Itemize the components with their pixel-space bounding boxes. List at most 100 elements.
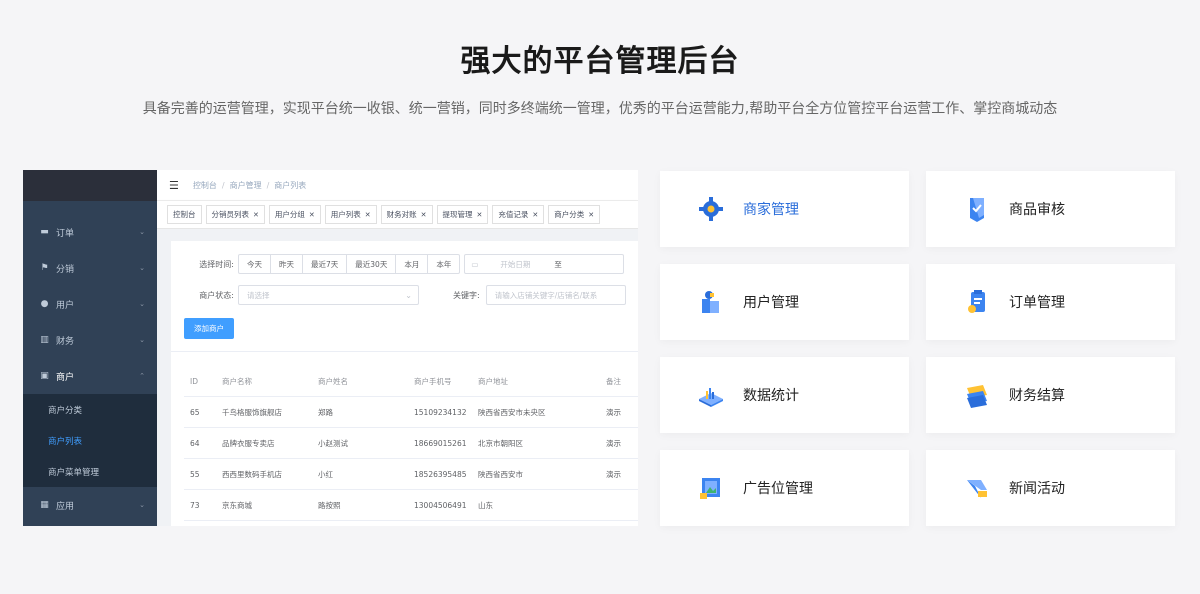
time-option-30days[interactable]: 最近30天 (347, 255, 397, 273)
feature-label: 财务结算 (1009, 388, 1065, 404)
column-header: 商户名称 (222, 377, 252, 386)
clipboard-icon (962, 287, 992, 317)
time-option-year[interactable]: 本年 (428, 255, 459, 273)
date-range-picker[interactable]: ▭ 开始日期 至 (464, 254, 625, 274)
table-cell: 小红 (318, 469, 333, 479)
table-cell: 15109234132 (414, 407, 467, 417)
close-icon[interactable]: ✕ (477, 211, 483, 219)
megaphone-icon (962, 473, 992, 503)
tag-recharge[interactable]: 充值记录 ✕ (492, 205, 545, 224)
chevron-down-icon: ⌄ (139, 336, 145, 344)
time-option-today[interactable]: 今天 (239, 255, 271, 273)
sidebar-item-users[interactable]: ● 用户 ⌄ (23, 286, 157, 322)
feature-card-ad-management[interactable]: 广告位管理 (660, 450, 909, 526)
table-cell: 西西里数码手机店 (222, 469, 282, 479)
chevron-up-icon: ⌃ (139, 372, 145, 380)
sidebar-item-label: 用户 (56, 300, 75, 311)
time-option-yesterday[interactable]: 昨天 (271, 255, 303, 273)
sidebar: ▬ 订单 ⌄ ⚑ 分销 ⌄ ● 用户 ⌄ ▥ 财务 ⌄ ▣ 商户 ⌃ 商户分类 … (23, 170, 157, 526)
calendar-icon: ▭ (471, 259, 479, 269)
close-icon[interactable]: ✕ (588, 211, 594, 219)
feature-card-data-statistics[interactable]: 数据统计 (660, 357, 909, 433)
sidebar-item-apps[interactable]: ▦ 应用 ⌄ (23, 487, 157, 523)
tag-console[interactable]: 控制台 (167, 205, 202, 224)
tag-distributor-list[interactable]: 分销员列表 ✕ (205, 205, 265, 224)
tag-finance-reconcile[interactable]: 财务对账 ✕ (380, 205, 433, 224)
table-cell: 演示 (606, 469, 621, 479)
breadcrumb-item: 商户列表 (274, 180, 307, 190)
feature-label: 新闻活动 (1009, 481, 1065, 497)
status-filter-label: 商户状态: (199, 290, 234, 300)
add-merchant-button[interactable]: 添加商户 (184, 318, 234, 339)
billboard-icon (696, 473, 726, 503)
feature-card-product-review[interactable]: 商品审核 (926, 171, 1175, 247)
table-header: ID 商户名称 商户姓名 商户手机号 商户地址 备注 (184, 367, 638, 397)
status-filter-row: 商户状态: 请选择 ⌄ 关键字: 请输入店铺关键字/店铺名/联系 (171, 285, 626, 305)
date-range-separator: 至 (554, 259, 562, 269)
tag-merchant-category[interactable]: 商户分类 ✕ (548, 205, 601, 224)
keyword-input[interactable]: 请输入店铺关键字/店铺名/联系 (485, 285, 626, 305)
breadcrumb: 控制台 / 商户管理 / 商户列表 (192, 180, 307, 190)
chart-platform-icon (696, 380, 726, 410)
table-row[interactable]: 64 品牌衣服专卖店 小赵测试 18669015261 北京市朝阳区 演示 (184, 428, 638, 459)
gear-icon (696, 194, 726, 224)
table-row[interactable]: 65 千鸟格服饰旗舰店 郑路 15109234132 陕西省西安市未央区 演示 (184, 397, 638, 428)
time-filter-label: 选择时间: (199, 259, 234, 269)
feature-card-merchant-management[interactable]: 商家管理 (660, 171, 909, 247)
sidebar-item-distribution[interactable]: ⚑ 分销 ⌄ (23, 250, 157, 286)
page-subtitle: 具备完善的运营管理，实现平台统一收银、统一营销，同时多终端统一管理，优秀的平台运… (142, 101, 1058, 117)
time-option-month[interactable]: 本月 (396, 255, 429, 273)
menu-toggle-icon[interactable]: ☰ (169, 179, 179, 192)
time-filter-row: 选择时间: 今天 昨天 最近7天 最近30天 本月 本年 ▭ 开始日期 至 (171, 254, 625, 274)
user-blocks-icon (696, 287, 726, 317)
feature-card-finance-settlement[interactable]: 财务结算 (926, 357, 1175, 433)
close-icon[interactable]: ✕ (365, 211, 371, 219)
tags-view: 控制台 分销员列表 ✕ 用户分组 ✕ 用户列表 ✕ 财务对账 ✕ 提现管理 ✕ 充值记录 ✕… (157, 201, 638, 229)
table-cell: 千鸟格服饰旗舰店 (222, 407, 282, 417)
close-icon[interactable]: ✕ (309, 211, 315, 219)
date-start-placeholder: 开始日期 (500, 259, 531, 269)
breadcrumb-item[interactable]: 商户管理 (230, 181, 262, 190)
status-placeholder: 请选择 (247, 290, 270, 300)
sidebar-item-label: 分销 (56, 264, 75, 275)
table-cell: 73 (190, 500, 200, 510)
table-cell: 北京市朝阳区 (478, 438, 523, 448)
sidebar-subitem-merchant-menu[interactable]: 商户菜单管理 (23, 456, 157, 487)
sidebar-subitem-merchant-category[interactable]: 商户分类 (23, 394, 157, 425)
close-icon[interactable]: ✕ (532, 211, 538, 219)
feature-card-user-management[interactable]: 用户管理 (660, 264, 909, 340)
close-icon[interactable]: ✕ (421, 211, 427, 219)
status-select[interactable]: 请选择 ⌄ (238, 285, 419, 305)
table-cell: 品牌衣服专卖店 (222, 438, 275, 448)
time-option-7days[interactable]: 最近7天 (303, 255, 348, 273)
table-cell: 65 (190, 407, 200, 417)
feature-card-news-activities[interactable]: 新闻活动 (926, 450, 1175, 526)
breadcrumb-item[interactable]: 控制台 (193, 181, 217, 190)
sidebar-logo-area (23, 170, 157, 201)
table-cell: 18669015261 (414, 438, 467, 448)
merchant-submenu: 商户分类 商户列表 商户菜单管理 (23, 394, 157, 487)
feature-card-order-management[interactable]: 订单管理 (926, 264, 1175, 340)
close-icon[interactable]: ✕ (253, 211, 259, 219)
grid-icon: ▦ (40, 500, 49, 510)
column-header: 商户手机号 (414, 377, 452, 386)
tag-user-group[interactable]: 用户分组 ✕ (268, 205, 321, 224)
sidebar-menu: ▬ 订单 ⌄ ⚑ 分销 ⌄ ● 用户 ⌄ ▥ 财务 ⌄ ▣ 商户 ⌃ 商户分类 … (23, 214, 157, 523)
chevron-down-icon: ⌄ (405, 290, 412, 300)
briefcase-icon: ▬ (40, 227, 49, 237)
tag-withdraw[interactable]: 提现管理 ✕ (436, 205, 489, 224)
sidebar-item-label: 财务 (56, 336, 75, 347)
column-header: 商户地址 (478, 377, 508, 386)
merchant-list-card: 选择时间: 今天 昨天 最近7天 最近30天 本月 本年 ▭ 开始日期 至 商户… (171, 241, 638, 526)
sidebar-item-merchants[interactable]: ▣ 商户 ⌃ (23, 358, 157, 394)
feature-label: 广告位管理 (743, 481, 813, 497)
table-cell: 路按照 (318, 500, 341, 510)
sidebar-item-finance[interactable]: ▥ 财务 ⌄ (23, 322, 157, 358)
table-row[interactable]: 73 京东商城 路按照 13004506491 山东 (184, 490, 638, 521)
sidebar-item-orders[interactable]: ▬ 订单 ⌄ (23, 214, 157, 250)
table-row[interactable]: 55 西西里数码手机店 小红 18526395485 陕西省西安市 演示 (184, 459, 638, 490)
keyword-label: 关键字: (453, 290, 480, 300)
sidebar-subitem-merchant-list[interactable]: 商户列表 (23, 425, 157, 456)
tag-user-list[interactable]: 用户列表 ✕ (324, 205, 377, 224)
topbar: ☰ 控制台 / 商户管理 / 商户列表 (157, 170, 638, 201)
